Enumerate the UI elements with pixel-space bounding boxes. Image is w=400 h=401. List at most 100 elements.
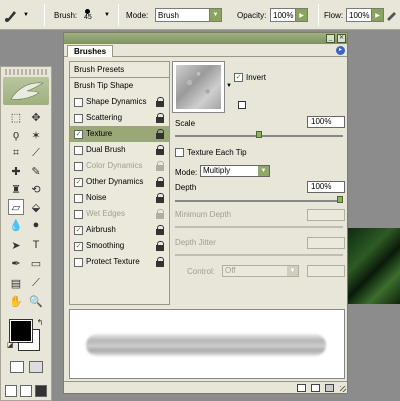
path-selection-tool-icon[interactable]: ➤ bbox=[8, 237, 24, 253]
brush-setting-item[interactable]: ✓ Airbrush bbox=[70, 222, 169, 238]
screen-mode-standard-button[interactable] bbox=[5, 385, 17, 397]
setting-checkbox[interactable]: ✓ bbox=[74, 242, 83, 251]
screen-mode-full-menu-button[interactable] bbox=[20, 385, 32, 397]
scale-value[interactable]: 100% bbox=[307, 116, 345, 128]
healing-brush-tool-icon[interactable]: ✚ bbox=[8, 163, 24, 179]
lock-icon[interactable] bbox=[156, 145, 165, 155]
default-colors-icon[interactable]: ◪ bbox=[6, 341, 14, 349]
eyedropper-tool-icon[interactable]: ⟋ bbox=[28, 275, 44, 291]
brush-setting-item[interactable]: Protect Texture bbox=[70, 254, 169, 270]
lock-icon[interactable] bbox=[156, 129, 165, 139]
chevron-down-icon: ▼ bbox=[287, 266, 298, 276]
standard-mode-button[interactable] bbox=[10, 361, 24, 373]
invert-checkbox[interactable]: ✓ bbox=[234, 73, 243, 82]
lock-icon[interactable] bbox=[156, 177, 165, 187]
brush-setting-item[interactable]: Brush Tip Shape bbox=[70, 78, 169, 94]
lock-icon[interactable] bbox=[156, 97, 165, 107]
move-tool-icon[interactable]: ✥ bbox=[28, 109, 44, 125]
brush-setting-item[interactable]: ✓ Smoothing bbox=[70, 238, 169, 254]
marquee-tool-icon[interactable]: ⬚ bbox=[8, 109, 24, 125]
brush-setting-item[interactable]: Scattering bbox=[70, 110, 169, 126]
mode-select[interactable]: Brush ▼ bbox=[155, 0, 222, 30]
brush-presets-item[interactable]: Brush Presets bbox=[70, 62, 169, 78]
airbrush-toggle[interactable] bbox=[386, 0, 398, 30]
brush-tool-icon[interactable]: ✎ bbox=[28, 163, 44, 179]
swap-colors-icon[interactable]: ↰ bbox=[35, 317, 45, 327]
setting-checkbox[interactable]: ✓ bbox=[74, 226, 83, 235]
magic-wand-tool-icon[interactable]: ✶ bbox=[28, 127, 44, 143]
toolbox-logo[interactable] bbox=[3, 77, 49, 105]
brush-setting-item[interactable]: Color Dynamics bbox=[70, 158, 169, 174]
lock-icon bbox=[156, 161, 165, 171]
crop-tool-icon[interactable]: ⌗ bbox=[8, 145, 24, 161]
options-bar: ▼ Brush: 45 ▼ Mode: Brush ▼ Opacity: 100… bbox=[0, 0, 400, 30]
brush-setting-item[interactable]: Wet Edges bbox=[70, 206, 169, 222]
brushes-palette: _ ✕ Brushes ▸ Brush Presets Brush Tip Sh… bbox=[63, 32, 348, 394]
setting-checkbox[interactable] bbox=[74, 194, 83, 203]
brush-setting-item[interactable]: ✓ Texture bbox=[70, 126, 169, 142]
lock-icon[interactable] bbox=[156, 225, 165, 235]
texture-pattern-picker[interactable] bbox=[172, 61, 225, 113]
resize-grip-icon[interactable] bbox=[340, 386, 346, 392]
minimum-depth-slider-track bbox=[175, 226, 343, 228]
mode-select[interactable]: Multiply ▼ bbox=[200, 165, 270, 177]
depth-slider-track[interactable] bbox=[175, 200, 343, 202]
lock-icon[interactable] bbox=[156, 257, 165, 267]
tab-brushes[interactable]: Brushes bbox=[67, 45, 114, 57]
document-canvas[interactable] bbox=[347, 228, 400, 304]
setting-checkbox[interactable]: ✓ bbox=[74, 178, 83, 187]
screen-mode-full-button[interactable] bbox=[35, 385, 47, 397]
notes-tool-icon[interactable]: ▤ bbox=[8, 275, 24, 291]
flow-field[interactable]: 100% ▶ bbox=[346, 0, 384, 30]
opacity-field[interactable]: 100% ▶ bbox=[270, 0, 308, 30]
slice-tool-icon[interactable]: ⟋ bbox=[28, 145, 44, 161]
foreground-color-swatch[interactable] bbox=[9, 319, 33, 343]
dodge-tool-icon[interactable]: ● bbox=[28, 217, 44, 233]
paint-bucket-tool-icon[interactable]: ⬙ bbox=[28, 199, 44, 215]
clone-stamp-tool-icon[interactable]: ♜ bbox=[8, 181, 24, 197]
hand-tool-icon[interactable]: ✋ bbox=[8, 293, 24, 309]
chevron-down-icon: ▼ bbox=[104, 12, 110, 18]
palette-tab-bar: Brushes ▸ bbox=[64, 44, 347, 57]
tool-preset-picker[interactable]: ▼ bbox=[4, 0, 29, 30]
texture-each-tip-checkbox[interactable] bbox=[175, 148, 184, 157]
type-tool-icon[interactable]: T bbox=[28, 237, 44, 253]
new-brush-icon[interactable] bbox=[311, 384, 320, 392]
create-new-preset-icon[interactable] bbox=[238, 101, 246, 109]
trash-icon[interactable] bbox=[325, 384, 334, 392]
lock-icon[interactable] bbox=[156, 113, 165, 123]
quick-mask-button[interactable] bbox=[29, 361, 43, 373]
brush-setting-item[interactable]: ✓ Other Dynamics bbox=[70, 174, 169, 190]
brush-dropdown[interactable]: ▼ bbox=[104, 0, 110, 30]
lasso-tool-icon[interactable]: ϙ bbox=[8, 127, 24, 143]
setting-checkbox[interactable] bbox=[74, 98, 83, 107]
palette-menu-icon[interactable]: ▸ bbox=[336, 46, 345, 55]
brush-setting-item[interactable]: Noise bbox=[70, 190, 169, 206]
lock-icon[interactable] bbox=[156, 193, 165, 203]
depth-slider-thumb[interactable] bbox=[337, 196, 343, 203]
pen-tool-icon[interactable]: ✒ bbox=[8, 255, 24, 271]
setting-checkbox[interactable] bbox=[74, 258, 83, 267]
depth-jitter-slider-track bbox=[175, 254, 343, 256]
lock-icon[interactable] bbox=[156, 241, 165, 251]
toggle-brush-icon[interactable] bbox=[297, 384, 306, 392]
eraser-tool-icon[interactable]: ▱ bbox=[8, 199, 24, 215]
history-brush-tool-icon[interactable]: ⟲ bbox=[28, 181, 44, 197]
minimize-icon[interactable]: _ bbox=[326, 34, 335, 43]
chevron-down-icon[interactable]: ▼ bbox=[226, 83, 232, 89]
depth-value[interactable]: 100% bbox=[307, 181, 345, 193]
brush-setting-item[interactable]: Dual Brush bbox=[70, 142, 169, 158]
setting-checkbox[interactable] bbox=[74, 146, 83, 155]
blur-tool-icon[interactable]: 💧 bbox=[8, 217, 24, 233]
setting-checkbox[interactable]: ✓ bbox=[74, 130, 83, 139]
rectangle-tool-icon[interactable]: ▭ bbox=[28, 255, 44, 271]
close-icon[interactable]: ✕ bbox=[337, 34, 346, 43]
brush-setting-item[interactable]: Shape Dynamics bbox=[70, 94, 169, 110]
toolbox-grip[interactable] bbox=[5, 69, 47, 75]
zoom-tool-icon[interactable]: 🔍 bbox=[28, 293, 44, 309]
scale-slider-thumb[interactable] bbox=[256, 131, 262, 138]
lock-icon bbox=[156, 209, 165, 219]
palette-title-bar[interactable]: _ ✕ bbox=[64, 33, 347, 44]
setting-checkbox[interactable] bbox=[74, 114, 83, 123]
brush-picker[interactable]: 45 bbox=[84, 0, 92, 30]
